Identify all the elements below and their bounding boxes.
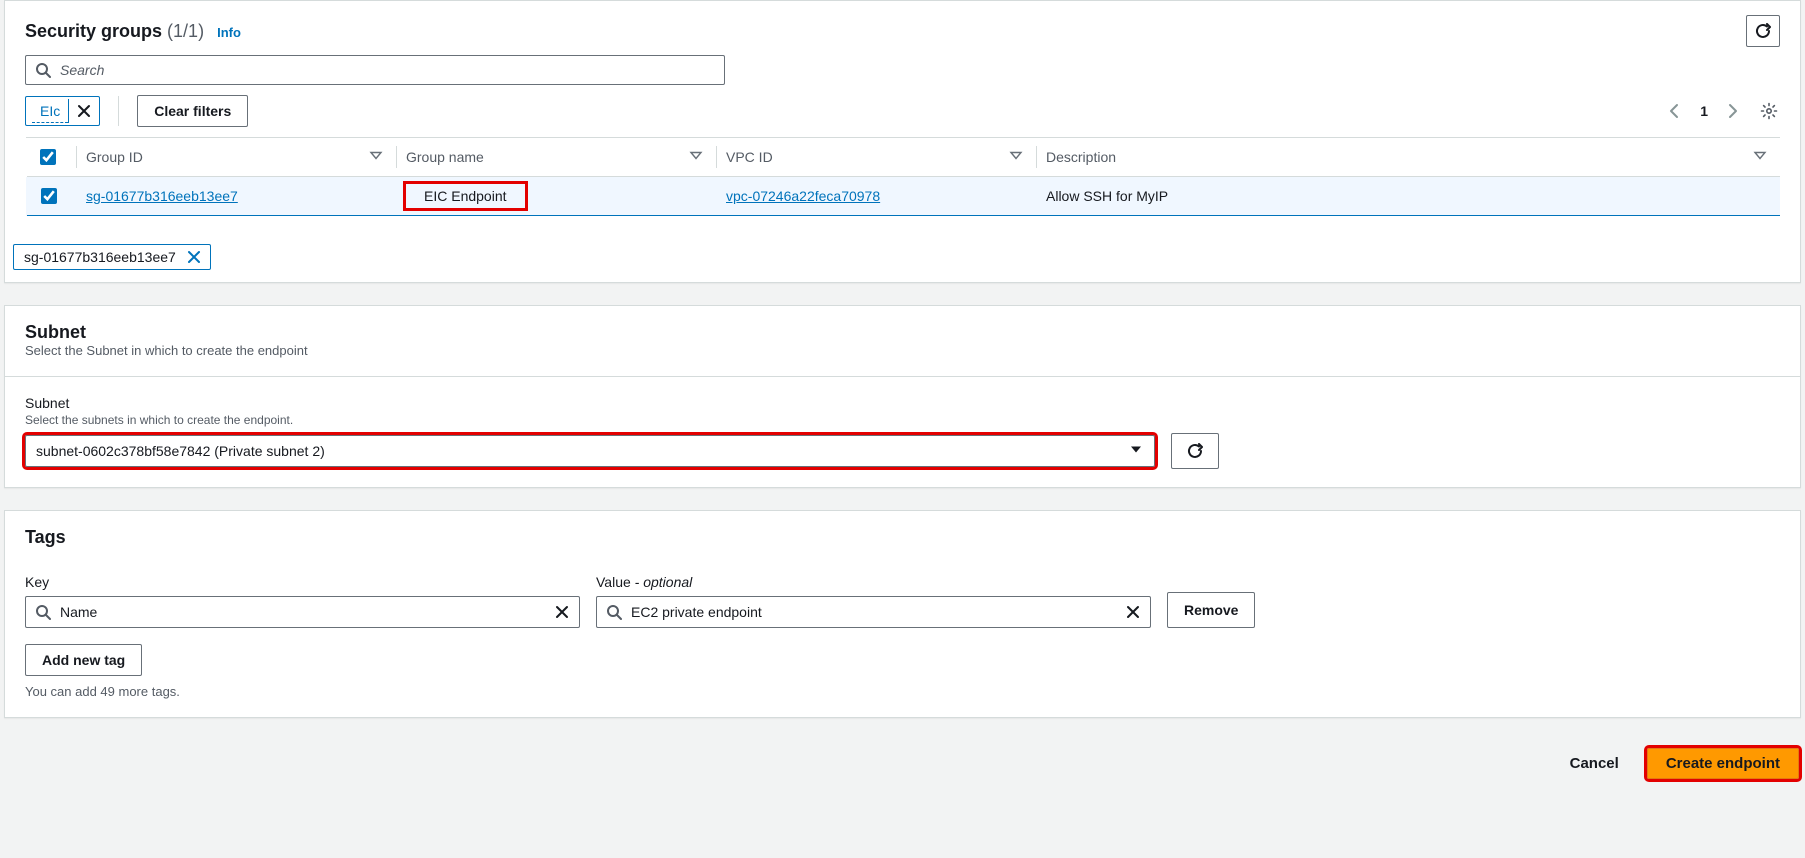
sg-count: (1/1): [167, 21, 204, 41]
tag-key-input[interactable]: [25, 596, 580, 628]
filter-chip-label: EIc: [32, 100, 68, 123]
group-name-cell: EIC Endpoint: [406, 184, 525, 208]
subnet-heading-hint: Select the Subnet in which to create the…: [25, 343, 1780, 358]
refresh-button[interactable]: [1746, 15, 1780, 47]
refresh-icon: [1187, 443, 1203, 459]
search-input[interactable]: [25, 55, 725, 85]
pager-next[interactable]: [1722, 100, 1744, 122]
settings-button[interactable]: [1758, 100, 1780, 122]
remove-tag-button[interactable]: Remove: [1167, 592, 1255, 628]
footer: Cancel Create endpoint: [4, 740, 1801, 791]
pager-number: 1: [1700, 103, 1708, 119]
cancel-button[interactable]: Cancel: [1556, 749, 1633, 778]
subnet-field-hint: Select the subnets in which to create th…: [25, 413, 1780, 427]
search-icon: [35, 62, 51, 78]
pager: 1: [1664, 100, 1780, 122]
sort-icon[interactable]: [1008, 148, 1024, 167]
col-group-id: Group ID: [86, 149, 143, 165]
col-vpc-id: VPC ID: [726, 149, 773, 165]
subnet-field-label: Subnet: [25, 395, 1780, 411]
table-row[interactable]: sg-01677b316eeb13ee7 EIC Endpoint vpc-07…: [26, 177, 1780, 216]
vpc-id-link[interactable]: vpc-07246a22feca70978: [726, 188, 880, 204]
page-title: Security groups: [25, 21, 162, 41]
row-checkbox[interactable]: [41, 188, 57, 204]
tags-panel: Tags Key Value - optional: [4, 510, 1801, 718]
info-link[interactable]: Info: [217, 25, 241, 40]
tag-limit-text: You can add 49 more tags.: [25, 684, 1780, 699]
refresh-icon: [1755, 23, 1771, 39]
select-all-checkbox[interactable]: [40, 149, 56, 165]
clear-icon[interactable]: [1125, 604, 1141, 620]
token-label: sg-01677b316eeb13ee7: [24, 249, 176, 265]
refresh-subnets-button[interactable]: [1171, 433, 1219, 469]
security-groups-panel: Security groups (1/1) Info EIc: [4, 0, 1801, 283]
filter-chip[interactable]: EIc: [25, 96, 100, 126]
group-id-link[interactable]: sg-01677b316eeb13ee7: [86, 188, 238, 204]
chevron-left-icon: [1666, 102, 1684, 120]
tag-key-label: Key: [25, 574, 580, 590]
selected-sg-token: sg-01677b316eeb13ee7: [13, 244, 211, 270]
tag-value-label: Value: [596, 574, 631, 590]
col-description: Description: [1046, 149, 1116, 165]
chevron-down-icon: [1128, 442, 1144, 461]
subnet-panel: Subnet Select the Subnet in which to cre…: [4, 305, 1801, 488]
gear-icon: [1760, 102, 1778, 120]
col-group-name: Group name: [406, 149, 484, 165]
close-icon: [76, 103, 92, 119]
add-tag-button[interactable]: Add new tag: [25, 644, 142, 676]
clear-icon[interactable]: [554, 604, 570, 620]
description-cell: Allow SSH for MyIP: [1046, 188, 1168, 204]
search-wrap: [25, 55, 725, 85]
sort-icon[interactable]: [368, 148, 384, 167]
create-endpoint-button[interactable]: Create endpoint: [1647, 748, 1799, 779]
pager-prev[interactable]: [1664, 100, 1686, 122]
search-icon: [606, 604, 622, 620]
close-icon[interactable]: [186, 249, 202, 265]
sort-icon[interactable]: [1752, 148, 1768, 167]
security-groups-table: Group ID Group name VPC ID Description: [25, 137, 1780, 216]
subnet-select-value: subnet-0602c378bf58e7842 (Private subnet…: [36, 443, 325, 459]
divider: [118, 96, 119, 126]
tags-heading: Tags: [25, 527, 1780, 548]
tag-value-optional: - optional: [631, 574, 692, 590]
security-groups-title-row: Security groups (1/1) Info: [25, 21, 241, 42]
tag-value-input[interactable]: [596, 596, 1151, 628]
subnet-heading: Subnet: [25, 322, 1780, 343]
filter-chip-remove[interactable]: [68, 99, 99, 123]
clear-filters-button[interactable]: Clear filters: [137, 95, 248, 127]
chevron-right-icon: [1724, 102, 1742, 120]
search-icon: [35, 604, 51, 620]
subnet-select[interactable]: subnet-0602c378bf58e7842 (Private subnet…: [25, 435, 1155, 467]
sort-icon[interactable]: [688, 148, 704, 167]
